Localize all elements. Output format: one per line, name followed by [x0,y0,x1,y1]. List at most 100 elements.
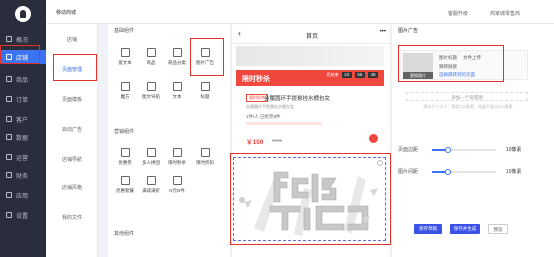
component-heading[interactable]: 标题 [194,80,216,102]
user-menu[interactable]: 商家城零售商 [490,10,520,17]
page-margin-value: 10像素 [506,147,522,153]
flash-sale-icon [172,148,182,157]
group-basic-title: 基础组件 [114,28,135,34]
data-icon [6,134,12,140]
product-card[interactable]: 限时秒杀 金履圆环手提悬挂水桶包女 金履圆环手提悬挂水桶包女 1件/人 已抢完9… [236,88,384,148]
n-yuan-icon [172,176,182,185]
sidebar-item-goods[interactable]: 商品 [0,72,46,86]
group-buy-icon [146,148,156,157]
component-palette: 基础组件 富文本 商品 商品分类 图片广告 魔方 图文导航 文本 标题 营销组件… [108,24,230,257]
component-rich-text[interactable]: 富文本 [114,46,136,68]
page-margin-handle[interactable] [445,147,451,153]
submenu-item-launch-ad[interactable]: 启动广告 [46,126,98,133]
countdown: 距结束 23 56 48 [327,72,378,78]
image-title-label: 图片标题 [439,55,457,60]
customers-icon [6,116,12,122]
settings-icon [6,212,12,218]
sidebar-item-data[interactable]: 数据 [0,130,46,144]
change-image-button[interactable]: 更换图片 [403,72,433,79]
app-window: 概况 店铺 商品 订单 客户 数据 运营 财务 应用 设置 移动商城 客服升级 … [0,0,554,257]
sidebar-item-orders[interactable]: 订单 [0,92,46,106]
component-n-yuan-n-items[interactable]: N元N件 [166,174,188,196]
sidebar-item-operations[interactable]: 运营 [0,150,46,164]
phone-page-title: 首页 [305,34,318,40]
sidebar-item-finance[interactable]: 财务 [0,168,46,182]
apps-icon [6,192,12,198]
image-ad-component[interactable] [233,157,386,241]
save-generate-button[interactable]: 保存并生成 [450,224,480,234]
cart-icon[interactable] [369,134,378,143]
goods-icon [146,48,156,57]
save-draft-button[interactable]: 保存草稿 [414,224,442,234]
image-ad-icon [200,48,210,57]
time-discount-icon [200,148,210,157]
delete-component-icon[interactable] [377,160,383,166]
image-gap-value: 10像素 [506,169,522,175]
product-desc: 金履圆环手提悬挂水桶包女 [246,104,294,109]
component-group-buy[interactable]: 多人拼团 [140,146,162,168]
original-price: ¥335 [272,138,283,143]
image-gap-handle[interactable] [445,169,451,175]
component-full-reduction[interactable]: 满减满折 [140,174,162,196]
countdown-hours: 23 [341,72,352,78]
page-margin-label: 页面边距 [398,147,419,153]
component-text[interactable]: 文本 [166,80,188,102]
breadcrumb: 移动商城 [56,10,77,16]
flash-sale-bar[interactable]: 限时秒杀 距结束 23 56 48 [236,70,384,86]
group-other-title: 其他组件 [114,231,135,237]
bundle-icon [120,176,130,185]
component-image-nav[interactable]: 图文导航 [140,80,162,102]
image-thumbnail[interactable]: 更换图片 [403,53,433,79]
store-logo[interactable] [15,6,31,22]
component-bundle[interactable]: 优惠套餐 [114,174,136,196]
component-editor: 图片广告 更换图片 图片标题 文件上传 跳转链接 选择跳转到的页面 添加一个背景… [392,24,554,257]
component-goods-category[interactable]: 商品分类 [166,46,188,68]
help-link[interactable]: 客服升级 [448,10,468,17]
sidebar-item-apps[interactable]: 应用 [0,188,46,202]
orders-icon [6,96,12,102]
submenu-item-page-template[interactable]: 页面模板 [46,96,98,103]
jump-link-label: 跳转链接 [439,64,457,69]
component-flash-sale[interactable]: 限时秒杀 [166,146,188,168]
preview-button[interactable]: 预览 [488,224,508,234]
full-reduction-icon [146,176,156,185]
sidebar-item-store[interactable]: 店铺 [0,50,46,64]
image-nav-icon [146,82,156,91]
category-icon [172,48,182,57]
more-icon[interactable]: ••• [380,29,386,35]
image-title-input[interactable]: 文件上传 [463,55,481,61]
sidebar-item-settings[interactable]: 设置 [0,208,46,222]
submenu-item-store-style[interactable]: 店铺风格 [46,184,98,191]
choose-page-link[interactable]: 选择跳转到的页面 [439,72,475,78]
store-submenu: 店铺 页面管理 页面模板 启动广告 店铺导航 店铺风格 我的文件 [46,24,98,257]
component-cube[interactable]: 魔方 [114,80,136,102]
component-time-discount[interactable]: 限时折扣 [194,146,216,168]
add-background-button[interactable]: 添加一个背景图 [406,92,528,101]
sidebar-item-overview[interactable]: 概况 [0,32,46,46]
bought-count: 1件/人 已抢完9件 [246,114,281,119]
coupon-icon [120,148,130,157]
operations-icon [6,154,12,160]
sidebar-item-customers[interactable]: 客户 [0,112,46,126]
component-coupon[interactable]: 优惠券 [114,146,136,168]
top-banner[interactable] [236,46,384,66]
sold-progress-bar [246,122,322,125]
submenu-item-my-files[interactable]: 我的文件 [46,214,98,221]
submenu-item-store-nav[interactable]: 店铺导航 [46,156,98,163]
overview-icon [6,36,12,42]
text-icon [172,82,182,91]
countdown-minutes: 56 [354,72,365,78]
product-name: 金履圆环手提悬挂水桶包女 [264,96,331,102]
component-image-ad[interactable]: 图片广告 [194,46,216,68]
submenu-item-store[interactable]: 店铺 [46,36,98,43]
size-hint: 建议尺寸大小：宽度750像素，高度不超过200像素 [423,104,513,109]
product-price: ￥150 [246,139,264,146]
heading-icon [200,82,210,91]
image-gap-slider[interactable] [432,169,496,175]
page-margin-slider[interactable] [432,147,496,153]
cube-icon [120,82,130,91]
component-goods[interactable]: 商品 [140,46,162,68]
editor-title: 图片广告 [398,28,419,34]
rich-text-icon [120,48,130,57]
submenu-item-page-manage[interactable]: 页面管理 [46,66,98,73]
